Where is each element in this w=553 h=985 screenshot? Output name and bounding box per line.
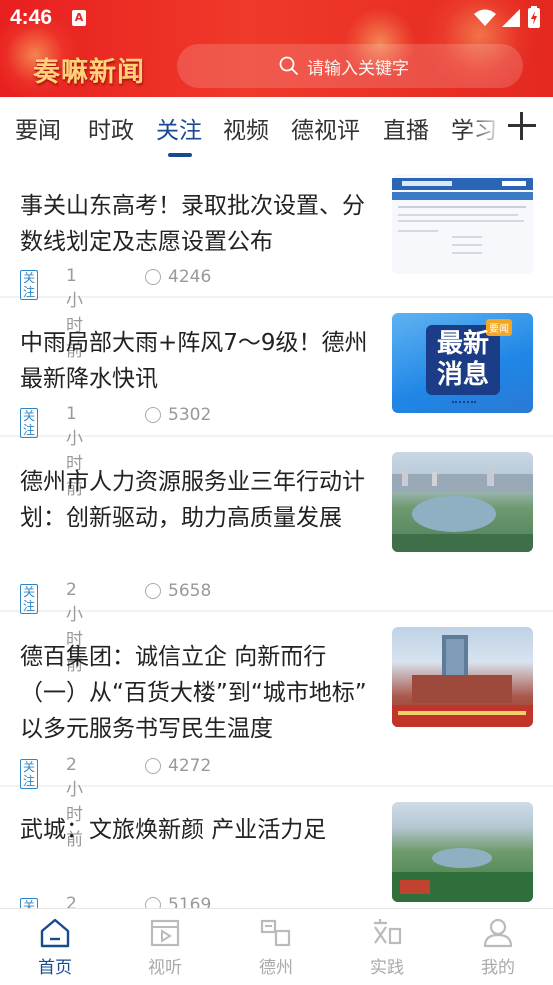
department-store-photo	[392, 635, 533, 727]
news-thumbnail[interactable]	[392, 802, 533, 902]
news-title[interactable]: 中雨局部大雨+阵风7～9级！德州最新降水快讯	[20, 325, 370, 397]
webpage-screenshot-image	[392, 174, 533, 274]
civilization-icon	[374, 919, 402, 945]
news-title[interactable]: 德百集团：诚信立企 向新而行（一）从“百货大楼”到“城市地标” 以多元服务书写民…	[20, 639, 370, 747]
signal-icon	[502, 9, 520, 27]
news-item[interactable]: 事关山东高考！录取批次设置、分数线划定及志愿设置公布 关注 1小时前 4246	[0, 160, 553, 361]
thumb-headline: 最新消息	[436, 329, 489, 390]
view-count: 4272	[168, 756, 212, 776]
city-lake-photo	[392, 468, 533, 552]
tag-badge: 关注	[20, 898, 39, 908]
news-thumbnail[interactable]	[392, 452, 533, 552]
news-item[interactable]: 德百集团：诚信立企 向新而行（一）从“百货大楼”到“城市地标” 以多元服务书写民…	[0, 611, 553, 850]
add-channel-icon[interactable]	[508, 112, 536, 140]
nav-video[interactable]: 视听	[110, 909, 220, 985]
search-bar[interactable]: 请输入关键字	[177, 44, 523, 88]
news-item[interactable]: 中雨局部大雨+阵风7～9级！德州最新降水快讯 关注 1小时前 5302 要闻 最…	[0, 297, 553, 499]
tabs-fade	[465, 97, 505, 157]
channel-tabs: 要闻 时政 关注 视频 德视评 直播 学习	[0, 97, 553, 159]
status-bar: 4:46 A	[0, 0, 553, 36]
view-count: 4246	[168, 267, 212, 287]
news-title[interactable]: 武城：文旅焕新颜 产业活力足	[20, 812, 370, 848]
ask-politics-icon	[260, 919, 291, 947]
tag-badge: 关注	[20, 759, 39, 789]
status-time: 4:46	[10, 6, 53, 29]
news-thumbnail[interactable]	[392, 174, 533, 274]
news-thumbnail[interactable]	[392, 627, 533, 727]
search-icon	[279, 56, 299, 76]
tab-guanzhu[interactable]: 关注	[156, 111, 202, 145]
tab-zhibo[interactable]: 直播	[383, 111, 429, 145]
bottom-navigation: 首页 视听 德州 实践 我的	[0, 908, 553, 985]
news-title[interactable]: 德州市人力资源服务业三年行动计划：创新驱动，助力高质量发展	[20, 464, 370, 536]
nav-label: 首页	[38, 958, 72, 978]
nav-label: 我的	[481, 958, 515, 978]
tag-badge: 关注	[20, 270, 39, 300]
views-icon	[145, 583, 161, 599]
news-title[interactable]: 事关山东高考！录取批次设置、分数线划定及志愿设置公布	[20, 188, 370, 260]
view-count: 5302	[168, 405, 212, 425]
news-item[interactable]: 武城：文旅焕新颜 产业活力足 关注 2小时前 5169	[0, 786, 553, 908]
news-time: 2小时前	[66, 894, 77, 908]
tab-shipin[interactable]: 视频	[223, 111, 269, 145]
nav-label: 实践	[370, 958, 404, 978]
video-icon	[150, 919, 180, 947]
app-header: 4:46 A 奏嘛新闻 请输入关键字	[0, 0, 553, 97]
tag-badge: 关注	[20, 408, 39, 438]
tab-yaowen[interactable]: 要闻	[15, 111, 61, 145]
views-icon	[145, 407, 161, 423]
battery-icon	[528, 6, 540, 28]
nav-practice[interactable]: 实践	[332, 909, 442, 985]
news-thumbnail[interactable]: 要闻 最新消息	[392, 313, 533, 413]
wifi-icon	[474, 9, 496, 26]
tab-deshiping[interactable]: 德视评	[291, 111, 360, 145]
notification-app-icon: A	[72, 10, 86, 26]
nav-label: 德州	[259, 958, 293, 978]
home-icon	[40, 918, 70, 948]
thumb-dots	[452, 401, 476, 406]
search-placeholder: 请输入关键字	[307, 59, 409, 79]
tab-shizheng[interactable]: 时政	[88, 111, 134, 145]
user-icon	[483, 918, 513, 948]
views-icon	[145, 758, 161, 774]
nav-dezhou[interactable]: 德州	[221, 909, 331, 985]
nav-label: 视听	[148, 958, 182, 978]
town-aerial-photo	[392, 848, 533, 902]
news-feed[interactable]: 事关山东高考！录取批次设置、分数线划定及志愿设置公布 关注 1小时前 4246	[0, 160, 553, 908]
active-tab-indicator	[168, 153, 192, 157]
view-count: 5658	[168, 581, 212, 601]
view-count: 5169	[168, 895, 212, 908]
tag-badge: 关注	[20, 584, 39, 614]
app-logo: 奏嘛新闻	[33, 57, 145, 88]
news-item[interactable]: 德州市人力资源服务业三年行动计划：创新驱动，助力高质量发展 关注 2小时前 56…	[0, 436, 553, 675]
views-icon	[145, 897, 161, 908]
views-icon	[145, 269, 161, 285]
nav-home[interactable]: 首页	[0, 909, 110, 985]
nav-mine[interactable]: 我的	[443, 909, 553, 985]
